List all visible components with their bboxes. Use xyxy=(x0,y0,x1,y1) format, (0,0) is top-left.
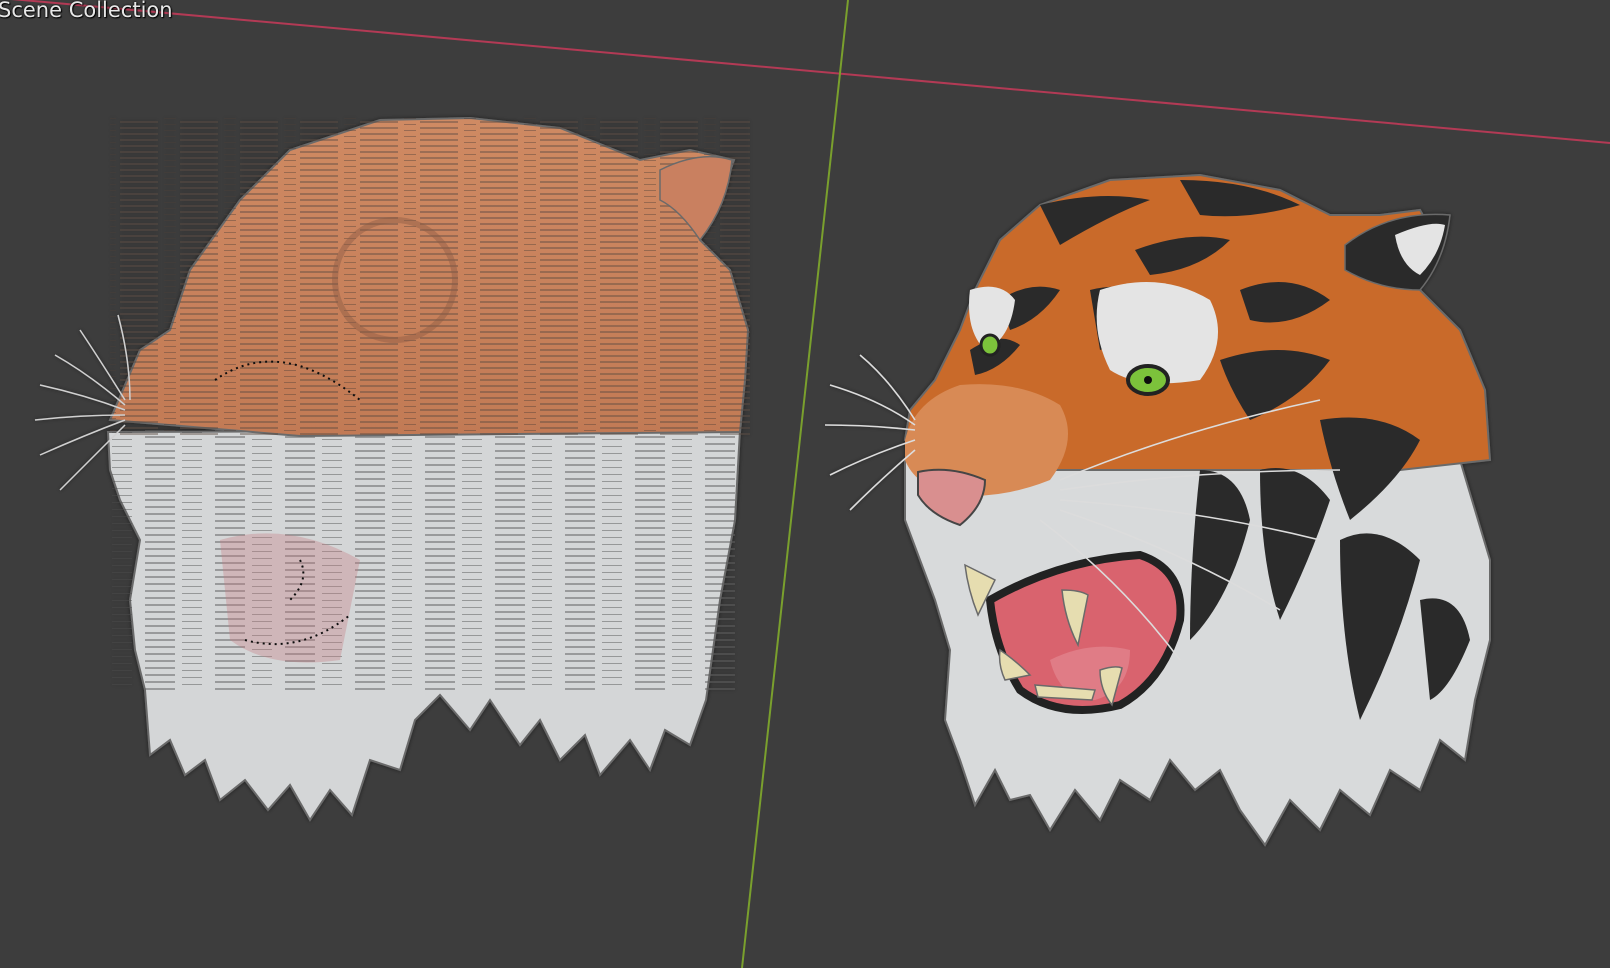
broken-white-glitch xyxy=(108,430,738,690)
correct-pupil-right xyxy=(1144,376,1152,384)
tiger-head-broken[interactable] xyxy=(34,116,750,822)
y-axis-line xyxy=(741,0,849,968)
scene-collection-label: Scene Collection xyxy=(0,0,173,22)
tiger-head-correct[interactable] xyxy=(824,173,1492,847)
correct-eye-left xyxy=(979,333,1001,357)
broken-orange-glitch xyxy=(110,118,750,436)
broken-mouth-ghost xyxy=(220,533,360,663)
3d-viewport[interactable]: Scene Collection xyxy=(0,0,1610,968)
viewport-scene[interactable] xyxy=(0,0,1610,968)
